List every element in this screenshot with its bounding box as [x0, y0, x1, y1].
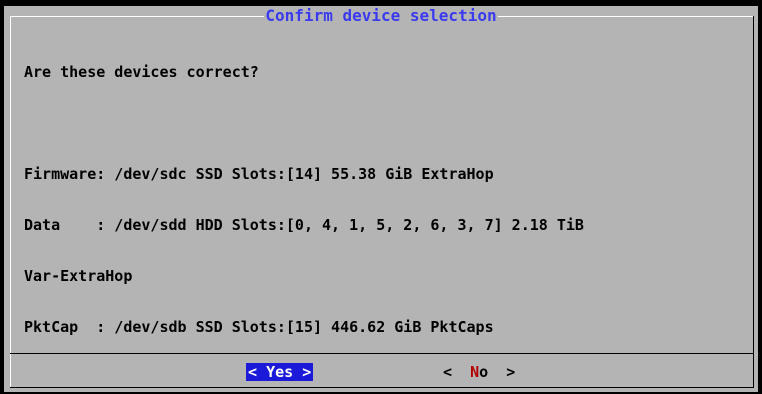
dialog-body: Are these devices correct? Firmware: /de…	[24, 30, 748, 370]
no-hotkey: N	[470, 363, 480, 381]
dialog-question: Are these devices correct?	[24, 63, 259, 81]
yes-close-bracket: >	[302, 363, 312, 381]
dialog-border-bottom	[10, 387, 754, 388]
yes-open-bracket: <	[248, 363, 258, 381]
button-separator	[10, 353, 754, 354]
device-line-firmware: Firmware: /dev/sdc SSD Slots:[14] 55.38 …	[24, 165, 494, 183]
dialog-border-right	[753, 16, 754, 388]
yes-button[interactable]: < Yes >	[246, 363, 314, 381]
no-button[interactable]: < No >	[443, 363, 515, 381]
yes-label: Yes	[266, 363, 294, 381]
device-line-data-cont: Var-ExtraHop	[24, 267, 133, 285]
no-close-bracket: >	[506, 363, 516, 381]
device-line-data: Data : /dev/sdd HDD Slots:[0, 4, 1, 5, 2…	[24, 216, 584, 234]
device-line-pktcap: PktCap : /dev/sdb SSD Slots:[15] 446.62 …	[24, 318, 494, 336]
no-label-rest: o	[479, 363, 489, 381]
dialog-title: Confirm device selection	[264, 6, 498, 25]
no-open-bracket: <	[443, 363, 453, 381]
dialog-border-left	[10, 16, 11, 388]
confirm-dialog: Confirm device selection Are these devic…	[4, 6, 758, 392]
dialog-title-bar: Confirm device selection	[4, 6, 758, 25]
terminal-screen: Confirm device selection Are these devic…	[0, 0, 762, 394]
